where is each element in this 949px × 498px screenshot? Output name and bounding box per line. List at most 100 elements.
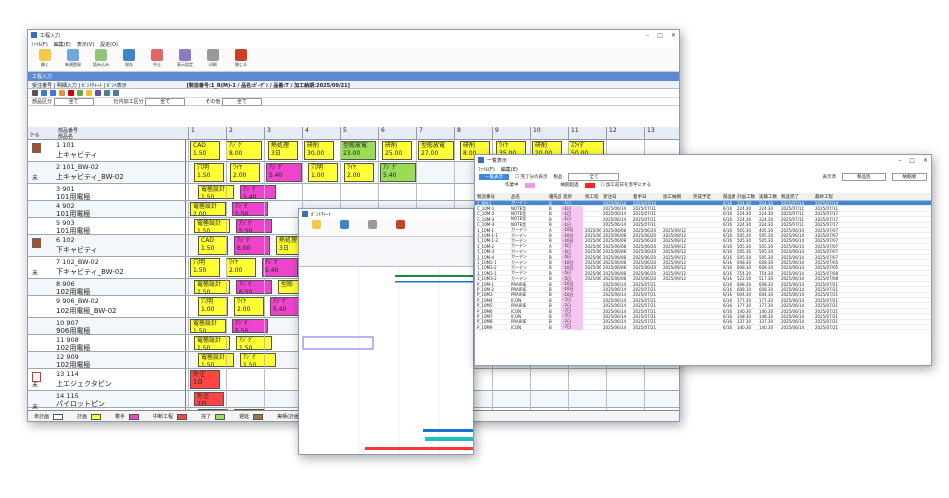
zoom-in-icon[interactable] [104, 90, 110, 96]
task-bar[interactable]: ｱｼﾞｸﾞ 5.40 [266, 163, 302, 182]
column-header[interactable]: 計画工数 [735, 194, 757, 200]
menu-settings[interactable]: 設定(O) [100, 41, 118, 48]
task-bar[interactable]: ｱｼﾞｸﾞ 5.50 [236, 219, 272, 233]
order-tabs[interactable]: 受注番号 | 明細入力 | ｶﾞﾝﾄﾁｬｰﾄ | ｶﾞﾝﾄ表示 [32, 82, 127, 89]
task-bar[interactable]: 研削 25.00 [382, 141, 412, 160]
task-bar[interactable]: ｱｼﾞｸﾞ 1.50 [236, 336, 272, 350]
column-header[interactable]: 完成予定 [691, 194, 721, 200]
task-bar[interactable]: ｱｼﾞｸﾞ 5.40 [240, 185, 276, 199]
task-bar[interactable]: ﾜｲﾔ 2.00 [230, 163, 260, 182]
task-bar[interactable]: ｱｼﾞｸﾞ 1.50 [240, 353, 276, 367]
close-button[interactable]: ✕ [923, 157, 928, 164]
task-bar[interactable]: 型彫放電 27.00 [418, 141, 454, 160]
product-select[interactable]: 全て [568, 173, 620, 181]
menu-file[interactable]: ﾌｧｲﾙ(F) [31, 41, 48, 48]
mini-close-button[interactable] [387, 220, 413, 235]
minimize-button[interactable]: – [898, 157, 901, 164]
arrow-left-icon[interactable] [41, 90, 47, 96]
task-bar[interactable]: 電極設計 1.50 [190, 319, 226, 333]
task-bar[interactable]: 電極設計 2.00 [190, 202, 226, 216]
table-row[interactable]: P_10M9 ICON B -7日 2025/06/14 2025/07/21 6/16 14… [475, 324, 931, 331]
show-completed-checkbox[interactable]: ☐ 完了分の表示 [515, 174, 547, 180]
task-bar[interactable]: ｱｼﾞｸﾞ 5.50 [232, 319, 268, 333]
delete-icon[interactable] [68, 90, 74, 96]
sort-select[interactable]: 納期順 [891, 173, 927, 181]
task-bar[interactable]: ｱｼﾞｸﾞ 8.00 [226, 141, 262, 160]
column-header[interactable]: 品名 [509, 194, 547, 200]
door-icon[interactable] [32, 238, 41, 248]
print-button[interactable]: 印刷 [200, 49, 226, 70]
link-icon[interactable] [95, 90, 101, 96]
column-header[interactable]: 優先度 [547, 194, 561, 200]
move-icon[interactable] [59, 90, 65, 96]
task-bar[interactable]: 電極設計 2.50 [194, 280, 230, 294]
task-bar[interactable]: ﾜｲﾔ 2.00 [226, 258, 256, 277]
column-header[interactable]: 部品数 [721, 194, 735, 200]
column-header[interactable]: 加工納期 [661, 194, 691, 200]
task-bar[interactable]: 穴明 1.00 [198, 297, 228, 316]
task-bar[interactable]: ｱｼﾞｸﾞ 5.50 [232, 202, 268, 216]
other-select[interactable]: 全て [221, 98, 262, 106]
inhouse-category-select[interactable]: 全て [145, 98, 186, 106]
arrow-right-icon[interactable] [50, 90, 56, 96]
task-bar[interactable]: ｱｼﾞｸﾞ 5.40 [262, 258, 298, 277]
cancel-button[interactable]: 中止 [144, 49, 170, 70]
save-button[interactable]: 保存 [116, 49, 142, 70]
active-tab[interactable]: 工程入力 [28, 72, 679, 81]
column-header[interactable]: 着手日 [631, 194, 661, 200]
column-header[interactable]: 製造番号 [475, 194, 509, 200]
task-bar[interactable]: ｱｼﾞｸﾞ 6.50 [236, 280, 272, 294]
star-icon[interactable] [86, 90, 92, 96]
task-name: 型彫放電 [421, 142, 446, 149]
task-bar[interactable]: ﾜｲﾔ 2.00 [344, 163, 374, 182]
close-app-button[interactable]: 閉じる [228, 49, 254, 70]
task-bar[interactable]: 穴明 1.50 [190, 258, 220, 277]
task-bar[interactable]: 穴明 1.00 [308, 163, 338, 182]
mini-print-button[interactable] [359, 220, 385, 235]
task-bar[interactable]: 電極設計 1.50 [198, 353, 234, 367]
task-bar[interactable]: 電極設計 1.50 [194, 336, 230, 350]
task-bar[interactable]: 熱処理 3日 [268, 141, 298, 160]
view-settings-button[interactable]: 表示設定 [172, 49, 198, 70]
minimize-button[interactable]: – [646, 32, 649, 39]
new-button[interactable]: 新規登録 [60, 49, 86, 70]
maximize-button[interactable]: □ [657, 32, 663, 39]
door-icon[interactable] [32, 143, 41, 153]
task-bar[interactable]: CAD 1.50 [190, 141, 220, 160]
mini-open-button[interactable] [303, 220, 329, 235]
task-bar[interactable]: 電極設計 1.50 [194, 219, 230, 233]
open-button[interactable]: 開く [32, 49, 58, 70]
display-select[interactable]: 製品別 [842, 173, 886, 181]
part-category-select[interactable]: 全て [53, 98, 94, 106]
task-bar[interactable]: 研削 30.00 [304, 141, 334, 160]
task-bar[interactable]: ﾜｲﾔ 2.00 [234, 297, 264, 316]
column-header[interactable]: 進捗 [561, 194, 583, 200]
close-button[interactable]: ✕ [671, 32, 676, 39]
menu-edit[interactable]: 編集(E) [501, 166, 518, 173]
alert-icon[interactable] [32, 372, 41, 382]
check-icon[interactable] [77, 90, 83, 96]
column-header[interactable]: 残工程 [583, 194, 601, 200]
list-tab[interactable]: 一覧表示 [479, 174, 509, 180]
menu-edit[interactable]: 編集(E) [54, 41, 71, 48]
ribbon: 開く 新規登録 読み込み 保存 中止 表示設定 印刷 閉じる [28, 48, 679, 72]
mini-save-button[interactable] [331, 220, 357, 235]
maximize-button[interactable]: □ [909, 157, 915, 164]
task-bar[interactable]: ｱｼﾞｸﾞ 5.40 [380, 163, 416, 182]
task-bar[interactable]: 型彫放電 23.00 [340, 141, 376, 160]
task-bar[interactable]: 外注 3日 [194, 392, 224, 406]
red-day-checkbox[interactable]: ☐ 加工前日を赤字にする [601, 182, 652, 188]
column-header[interactable]: 受注日 [601, 194, 631, 200]
zoom-out-icon[interactable] [113, 90, 119, 96]
task-bar[interactable]: 電極設計 1.50 [198, 185, 234, 199]
menu-view[interactable]: 表示(V) [77, 41, 94, 48]
task-bar[interactable]: 外注 3日 [190, 370, 220, 389]
import-button[interactable]: 読み込み [88, 49, 114, 70]
column-header[interactable]: 実績工数 [757, 194, 779, 200]
menu-file[interactable]: ﾌｧｲﾙ(F) [478, 166, 495, 173]
column-header[interactable]: 最終工程 [813, 194, 847, 200]
task-bar[interactable]: CAD 1.50 [198, 236, 228, 255]
column-header[interactable]: 製品完了 [779, 194, 813, 200]
task-bar[interactable]: 穴明 1.50 [194, 163, 224, 182]
print-icon[interactable] [32, 90, 38, 96]
